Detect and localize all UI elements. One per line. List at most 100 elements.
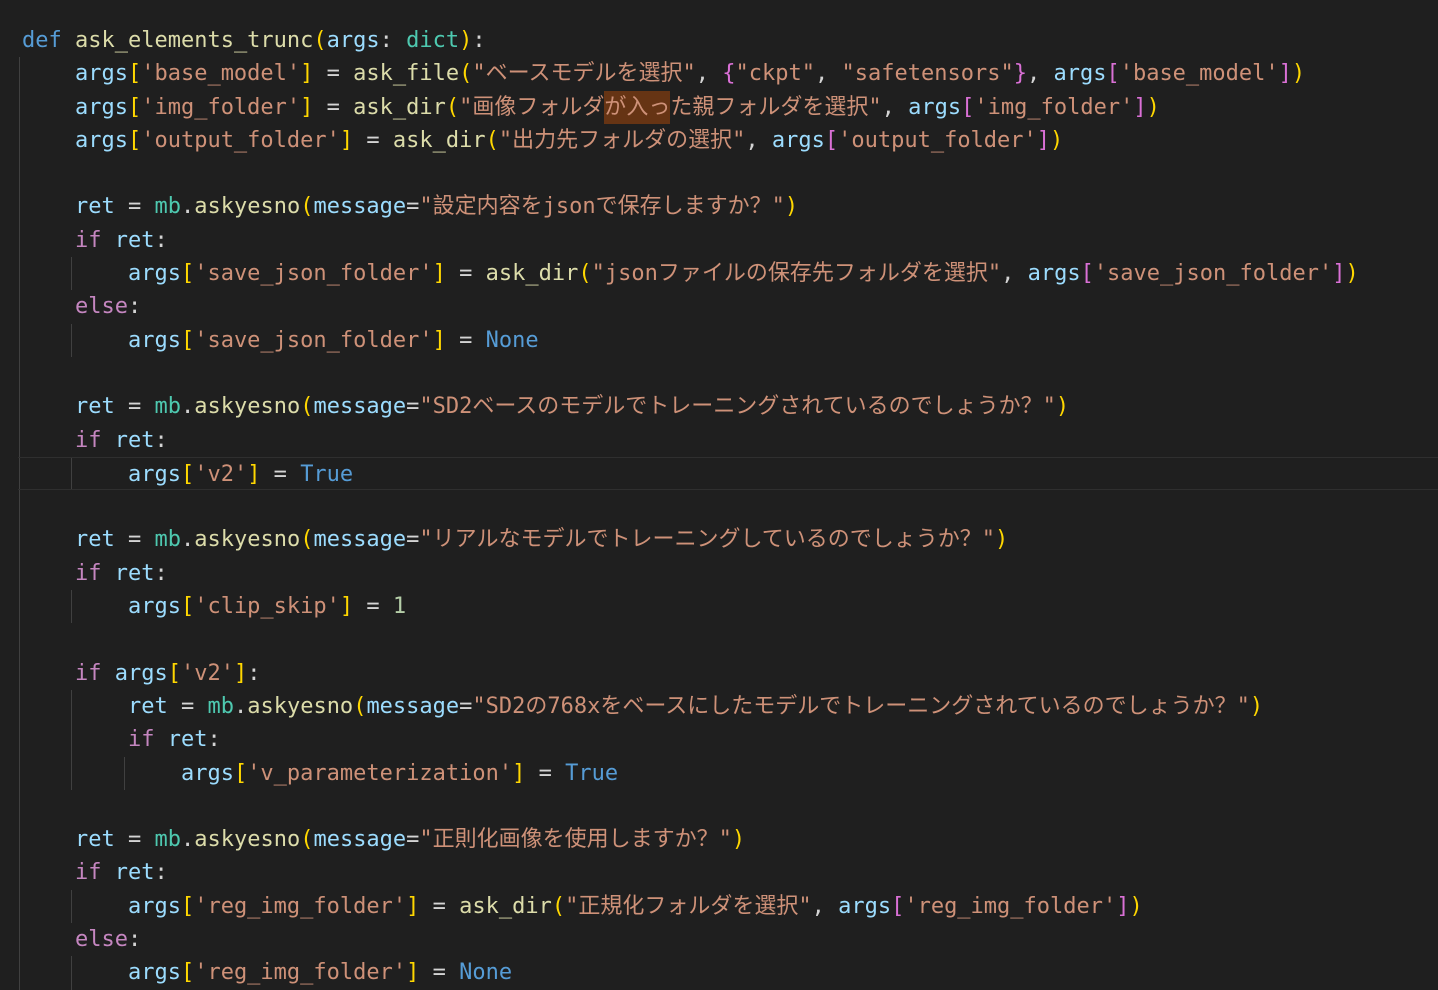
- code-token: ,: [1001, 261, 1028, 286]
- code-line[interactable]: args['save_json_folder'] = None: [18, 324, 1438, 357]
- code-token: [: [891, 894, 904, 919]
- code-line[interactable]: args['reg_img_folder'] = ask_dir("正規化フォル…: [18, 890, 1438, 923]
- code-line[interactable]: ret = mb.askyesno(message="リアルなモデルでトレーニン…: [18, 523, 1438, 556]
- code-line[interactable]: args['v_parameterization'] = True: [18, 757, 1438, 790]
- code-token: :: [128, 927, 141, 952]
- code-token: ]: [406, 960, 419, 985]
- indent-guide: [19, 257, 20, 290]
- code-line[interactable]: args['img_folder'] = ask_dir("画像フォルダが入った…: [18, 91, 1438, 124]
- code-line[interactable]: else:: [18, 290, 1438, 323]
- code-token: [: [181, 328, 194, 353]
- code-line[interactable]: if ret:: [18, 224, 1438, 257]
- code-token: ): [1056, 394, 1069, 419]
- code-token: "ベースモデルを選択": [472, 61, 695, 86]
- code-line[interactable]: if args['v2']:: [18, 657, 1438, 690]
- code-token: "jsonファイルの保存先フォルダを選択": [592, 261, 1001, 286]
- code-token: mb: [154, 194, 181, 219]
- code-line[interactable]: ret = mb.askyesno(message="SD2ベースのモデルでトレ…: [18, 390, 1438, 423]
- code-token: (: [552, 894, 565, 919]
- code-token: mb: [154, 527, 181, 552]
- indent-guide: [19, 523, 20, 556]
- code-line[interactable]: if ret:: [18, 723, 1438, 756]
- indent-guide: [19, 856, 20, 889]
- code-token: 'save_json_folder': [194, 261, 432, 286]
- code-line[interactable]: ret = mb.askyesno(message="正則化画像を使用しますか？…: [18, 823, 1438, 856]
- code-token: [22, 194, 75, 219]
- code-line[interactable]: [18, 357, 1438, 390]
- code-line[interactable]: else:: [18, 923, 1438, 956]
- code-token: askyesno: [194, 194, 300, 219]
- code-token: (: [578, 261, 591, 286]
- code-token: =: [313, 95, 353, 120]
- code-token: ask_dir: [393, 128, 486, 153]
- code-token: :: [154, 860, 167, 885]
- code-line[interactable]: [18, 157, 1438, 190]
- code-token: [22, 428, 75, 453]
- code-token: [22, 761, 181, 786]
- code-token: None: [459, 960, 512, 985]
- code-token: (: [300, 827, 313, 852]
- code-token: [: [234, 761, 247, 786]
- code-token: た親フォルダを選択": [670, 95, 881, 120]
- code-token: [101, 860, 114, 885]
- code-token: [101, 228, 114, 253]
- code-token: args: [115, 661, 168, 686]
- code-token: [: [128, 95, 141, 120]
- code-token: ,: [1027, 61, 1054, 86]
- code-line[interactable]: args['clip_skip'] = 1: [18, 590, 1438, 623]
- code-token: ret: [115, 561, 155, 586]
- code-token: ret: [115, 860, 155, 885]
- indent-guide: [19, 956, 20, 989]
- code-token: =: [115, 827, 155, 852]
- indent-guide: [19, 157, 20, 190]
- code-line[interactable]: args['output_folder'] = ask_dir("出力先フォルダ…: [18, 124, 1438, 157]
- code-token: args: [128, 462, 181, 487]
- code-token: 'img_folder': [141, 95, 300, 120]
- code-token: =: [115, 194, 155, 219]
- code-line[interactable]: def ask_elements_trunc(args: dict):: [18, 24, 1438, 57]
- code-line[interactable]: [18, 790, 1438, 823]
- code-token: =: [353, 128, 393, 153]
- code-line[interactable]: ret = mb.askyesno(message="SD2の768xをベースに…: [18, 690, 1438, 723]
- code-token: message: [366, 694, 459, 719]
- code-token: ,: [745, 128, 772, 153]
- code-token: ,: [882, 95, 909, 120]
- code-token: ]: [300, 61, 313, 86]
- code-token: ]: [1332, 261, 1345, 286]
- code-line[interactable]: if ret:: [18, 557, 1438, 590]
- code-editor[interactable]: def ask_elements_trunc(args: dict): args…: [18, 24, 1438, 977]
- code-line[interactable]: if ret:: [18, 424, 1438, 457]
- code-line[interactable]: [18, 623, 1438, 656]
- code-token: =: [419, 960, 459, 985]
- code-token: if: [75, 860, 102, 885]
- code-token: None: [486, 328, 539, 353]
- code-line[interactable]: args['save_json_folder'] = ask_dir("json…: [18, 257, 1438, 290]
- code-line[interactable]: args['reg_img_folder'] = None: [18, 956, 1438, 989]
- code-token: ]: [433, 261, 446, 286]
- indent-guide: [19, 690, 20, 723]
- code-token: [22, 394, 75, 419]
- code-line[interactable]: args['base_model'] = ask_file("ベースモデルを選択…: [18, 57, 1438, 90]
- code-token: args: [1053, 61, 1106, 86]
- code-token: ]: [340, 594, 353, 619]
- code-token: =: [313, 61, 353, 86]
- code-token: [22, 294, 75, 319]
- code-token: =: [419, 894, 459, 919]
- code-token: }: [1014, 61, 1027, 86]
- code-line[interactable]: [18, 490, 1438, 523]
- code-token: [: [181, 894, 194, 919]
- indent-guide: [19, 390, 20, 423]
- current-line[interactable]: args['v2'] = True: [18, 457, 1438, 490]
- indent-guide: [19, 290, 20, 323]
- code-line[interactable]: if ret:: [18, 856, 1438, 889]
- code-token: [22, 594, 128, 619]
- code-token: askyesno: [194, 394, 300, 419]
- code-line[interactable]: ret = mb.askyesno(message="設定内容をjsonで保存し…: [18, 190, 1438, 223]
- search-match-highlight: が入っ: [604, 91, 670, 124]
- code-token: ): [1147, 95, 1160, 120]
- code-token: args: [128, 594, 181, 619]
- code-token: args: [128, 960, 181, 985]
- code-token: =: [406, 394, 419, 419]
- code-token: ret: [128, 694, 168, 719]
- indent-guide: [19, 190, 20, 223]
